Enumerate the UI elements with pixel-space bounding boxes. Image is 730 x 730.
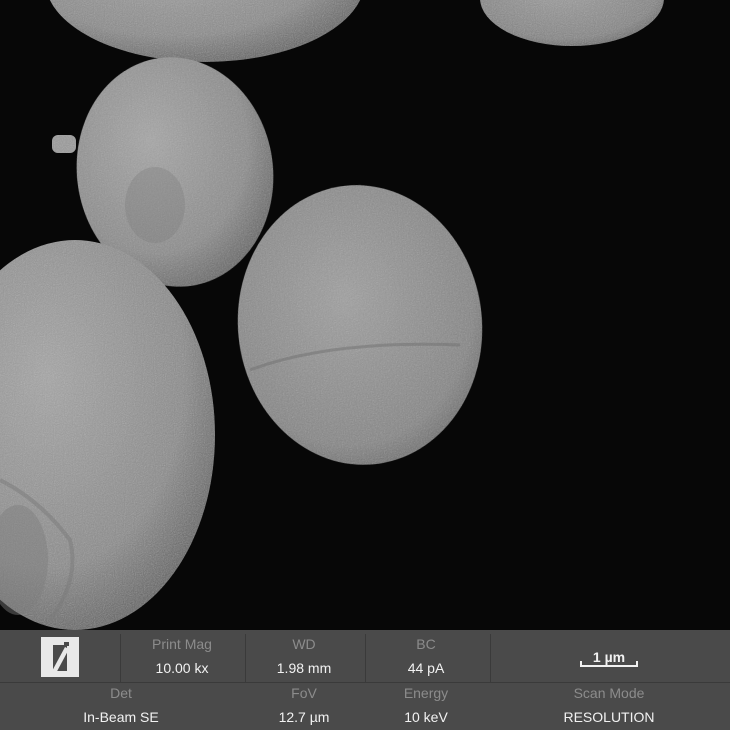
energy-label: Energy xyxy=(403,685,449,701)
scan-mode-value: RESOLUTION xyxy=(563,709,655,725)
logo-icon xyxy=(41,637,79,677)
bc-value: 44 pA xyxy=(407,660,445,676)
det-value: In-Beam SE xyxy=(83,709,159,725)
scale-bar-label: 1 µm xyxy=(592,649,626,665)
energy-value: 10 keV xyxy=(404,709,448,725)
scale-bar xyxy=(580,665,638,667)
bc-label: BC xyxy=(416,636,436,652)
sem-micrograph xyxy=(0,0,730,630)
det-label: Det xyxy=(110,685,132,701)
scan-mode-label: Scan Mode xyxy=(573,685,645,701)
